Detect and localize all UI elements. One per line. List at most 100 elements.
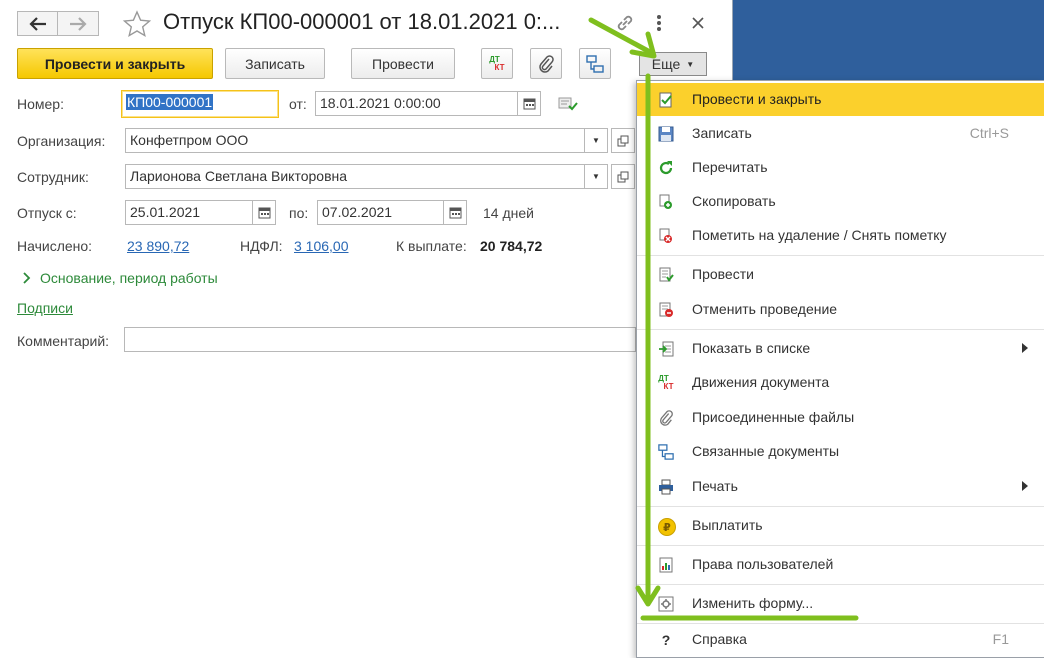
- vacation-from-field[interactable]: 25.01.2021: [125, 200, 253, 225]
- structure-icon: [657, 443, 675, 461]
- menu-item-print[interactable]: Печать: [637, 470, 1044, 503]
- organization-open-button[interactable]: [611, 128, 635, 153]
- delete-mark-icon: [657, 227, 675, 245]
- menu-separator: [637, 545, 1044, 546]
- more-menu: Провести и закрыть Записать Ctrl+S Переч…: [636, 80, 1044, 658]
- more-vertical-icon[interactable]: [652, 12, 666, 34]
- menu-item-cancel-post[interactable]: Отменить проведение: [637, 293, 1044, 326]
- menu-item-post[interactable]: Провести: [637, 258, 1044, 291]
- attach-files-button[interactable]: [530, 48, 562, 79]
- employee-dropdown-button[interactable]: ▼: [584, 164, 608, 189]
- submenu-arrow-icon: [1022, 481, 1028, 491]
- link-icon[interactable]: [614, 12, 636, 34]
- menu-item-document-movements[interactable]: ДТ КТ Движения документа: [637, 366, 1044, 399]
- organization-field[interactable]: Конфетпром ООО: [125, 128, 585, 153]
- form-settings-icon: [657, 595, 675, 613]
- number-label: Номер:: [17, 96, 64, 112]
- more-button-label: Еще: [651, 56, 681, 72]
- number-value: КП00-000001: [126, 94, 214, 110]
- show-in-list-icon: [657, 340, 675, 358]
- help-icon: ?: [661, 632, 671, 648]
- vacation-to-calendar-button[interactable]: [443, 200, 467, 225]
- vacation-from-calendar-button[interactable]: [252, 200, 276, 225]
- organization-label: Организация:: [17, 133, 106, 149]
- menu-separator: [637, 506, 1044, 507]
- menu-item-show-in-list[interactable]: Показать в списке: [637, 332, 1044, 365]
- menu-item-post-and-close[interactable]: Провести и закрыть: [637, 83, 1044, 116]
- menu-item-copy[interactable]: Скопировать: [637, 185, 1044, 218]
- ndfl-label: НДФЛ:: [240, 238, 283, 254]
- document-status-icon[interactable]: [558, 96, 578, 112]
- vacation-to-field[interactable]: 07.02.2021: [317, 200, 444, 225]
- save-button[interactable]: Записать: [225, 48, 325, 79]
- open-window-icon: [617, 171, 629, 182]
- forward-button[interactable]: [58, 11, 99, 36]
- vacation-from-label: Отпуск с:: [17, 205, 77, 221]
- post-and-close-button[interactable]: Провести и закрыть: [17, 48, 213, 79]
- close-icon[interactable]: [690, 12, 706, 34]
- employee-field[interactable]: Ларионова Светлана Викторовна: [125, 164, 585, 189]
- vacation-days: 14 дней: [483, 205, 534, 221]
- comment-label: Комментарий:: [17, 333, 110, 349]
- more-button[interactable]: Еще ▼: [639, 52, 707, 76]
- menu-item-pay[interactable]: ₽ Выплатить: [637, 509, 1044, 542]
- title-bar: Отпуск КП00-000001 от 18.01.2021 0:...: [0, 0, 733, 46]
- menu-item-user-rights[interactable]: Права пользователей: [637, 548, 1044, 581]
- calendar-icon: [449, 207, 461, 219]
- payout-label: К выплате:: [396, 238, 467, 254]
- organization-dropdown-button[interactable]: ▼: [584, 128, 608, 153]
- menu-item-change-form[interactable]: Изменить форму...: [637, 587, 1044, 620]
- number-field[interactable]: КП00-000001: [121, 90, 279, 118]
- favorite-star-icon[interactable]: [122, 10, 152, 38]
- document-window: Отпуск КП00-000001 от 18.01.2021 0:... П…: [0, 0, 733, 658]
- dropdown-arrow-icon: ▼: [592, 136, 600, 145]
- arrow-left-icon: [28, 16, 46, 31]
- employee-label: Сотрудник:: [17, 169, 89, 185]
- refresh-icon: [657, 159, 675, 177]
- date-field[interactable]: 18.01.2021 0:00:00: [315, 91, 518, 116]
- window-title: Отпуск КП00-000001 от 18.01.2021 0:...: [163, 9, 561, 34]
- vacation-to-label: по:: [289, 205, 309, 221]
- basis-group-toggle[interactable]: Основание, период работы: [22, 270, 218, 286]
- menu-item-reread[interactable]: Перечитать: [637, 151, 1044, 184]
- menu-separator: [637, 584, 1044, 585]
- employee-open-button[interactable]: [611, 164, 635, 189]
- calendar-icon: [523, 98, 535, 110]
- nav-buttons: [17, 11, 99, 36]
- structure-icon: [586, 54, 604, 73]
- dt-kt-icon: ДТ КТ: [489, 54, 505, 72]
- menu-item-save[interactable]: Записать Ctrl+S: [637, 117, 1044, 150]
- accrued-link[interactable]: 23 890,72: [127, 238, 189, 254]
- payout-value: 20 784,72: [480, 238, 543, 254]
- comment-field[interactable]: [124, 327, 636, 352]
- ndfl-link[interactable]: 3 106,00: [294, 238, 349, 254]
- submenu-arrow-icon: [1022, 343, 1028, 353]
- menu-item-related-documents[interactable]: Связанные документы: [637, 435, 1044, 468]
- dt-kt-icon: ДТ КТ: [658, 374, 674, 391]
- post-button[interactable]: Провести: [351, 48, 455, 79]
- document-movements-button[interactable]: ДТ КТ: [481, 48, 513, 79]
- floppy-disk-icon: [657, 125, 675, 143]
- arrow-right-icon: [70, 16, 87, 31]
- related-documents-button[interactable]: [579, 48, 611, 79]
- open-window-icon: [617, 135, 629, 146]
- menu-item-mark-delete[interactable]: Пометить на удаление / Снять пометку: [637, 219, 1044, 252]
- calendar-icon: [258, 207, 270, 219]
- chevron-down-icon: ▼: [686, 59, 695, 69]
- paperclip-icon: [539, 54, 554, 73]
- paperclip-icon: [657, 409, 675, 427]
- command-bar: Провести и закрыть Записать Провести ДТ …: [0, 48, 733, 82]
- menu-separator: [637, 255, 1044, 256]
- user-rights-icon: [657, 556, 675, 574]
- date-calendar-button[interactable]: [517, 91, 541, 116]
- menu-item-help[interactable]: ? Справка F1: [637, 623, 1044, 656]
- signatures-link[interactable]: Подписи: [17, 300, 73, 316]
- menu-item-attached-files[interactable]: Присоединенные файлы: [637, 401, 1044, 434]
- back-button[interactable]: [17, 11, 58, 36]
- chevron-right-icon: [23, 272, 31, 284]
- dropdown-arrow-icon: ▼: [592, 172, 600, 181]
- post-close-icon: [657, 91, 675, 109]
- accrued-label: Начислено:: [17, 238, 93, 254]
- post-document-icon: [657, 266, 675, 284]
- menu-separator: [637, 329, 1044, 330]
